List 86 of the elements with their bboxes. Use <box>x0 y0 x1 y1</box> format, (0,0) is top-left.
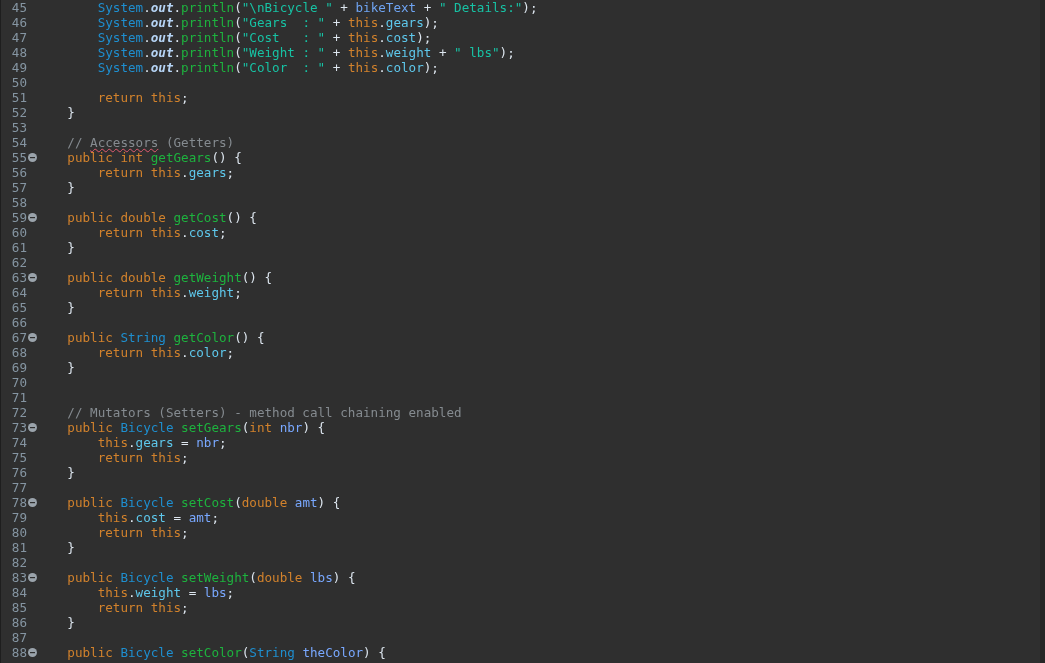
line-number: 59 <box>10 210 27 225</box>
line-number: 79 <box>10 510 27 525</box>
code-line: return this; <box>96 90 189 105</box>
code-line: } <box>66 360 75 375</box>
line-number: 50 <box>10 75 27 90</box>
code-line: } <box>66 615 75 630</box>
line-number: 74 <box>10 435 27 450</box>
line-number: 46 <box>10 15 27 30</box>
code-line: return this.cost; <box>96 225 227 240</box>
code-line: public Bicycle setGears(int nbr) { <box>66 420 326 435</box>
line-number: 81 <box>10 540 27 555</box>
code-line: } <box>66 105 75 120</box>
line-number: 70 <box>10 375 27 390</box>
collapse-icon[interactable] <box>28 423 37 432</box>
line-number: 60 <box>10 225 27 240</box>
code-line: this.cost = amt; <box>96 510 220 525</box>
code-line: } <box>66 540 75 555</box>
line-number: 75 <box>10 450 27 465</box>
line-number: 54 <box>10 135 27 150</box>
line-number: 58 <box>10 195 27 210</box>
code-line: } <box>66 240 75 255</box>
line-number: 88 <box>10 645 27 660</box>
code-line: } <box>66 300 75 315</box>
line-number: 84 <box>10 585 27 600</box>
code-line: this.gears = nbr; <box>96 435 227 450</box>
line-number: 56 <box>10 165 27 180</box>
code-line: } <box>66 465 75 480</box>
code-line: public Bicycle setColor(String theColor) { <box>66 645 386 660</box>
line-number: 86 <box>10 615 27 630</box>
line-number: 77 <box>10 480 27 495</box>
collapse-icon[interactable] <box>28 648 37 657</box>
code-line: } <box>66 180 75 195</box>
collapse-icon[interactable] <box>28 573 37 582</box>
line-number: 65 <box>10 300 27 315</box>
code-line: return this.gears; <box>96 165 235 180</box>
line-number: 45 <box>10 0 27 15</box>
code-line: this.weight = lbs; <box>96 585 235 600</box>
line-number: 83 <box>10 570 27 585</box>
code-line: public double getCost() { <box>66 210 257 225</box>
line-number: 69 <box>10 360 27 375</box>
code-line: public Bicycle setWeight(double lbs) { <box>66 570 356 585</box>
code-line: System.out.println("Gears : " + this.gears); <box>96 15 439 30</box>
code-line: System.out.println("\nBicycle " + bikeText + " Details:"); <box>96 0 538 15</box>
code-line: return this; <box>96 600 189 615</box>
collapse-icon[interactable] <box>28 213 37 222</box>
line-number: 80 <box>10 525 27 540</box>
line-number: 48 <box>10 45 27 60</box>
code-line: System.out.println("Color : " + this.color); <box>96 60 439 75</box>
line-number: 82 <box>10 555 27 570</box>
line-number: 55 <box>10 150 27 165</box>
collapse-icon[interactable] <box>28 333 37 342</box>
code-line: public Bicycle setCost(double amt) { <box>66 495 341 510</box>
code-line: public double getWeight() { <box>66 270 273 285</box>
code-line: System.out.println("Cost : " + this.cost); <box>96 30 432 45</box>
line-number: 64 <box>10 285 27 300</box>
collapse-icon[interactable] <box>28 273 37 282</box>
line-number: 47 <box>10 30 27 45</box>
code-line: // Mutators (Setters) - method call chaining enabled <box>66 405 462 420</box>
line-number: 61 <box>10 240 27 255</box>
code-line: public int getGears() { <box>66 150 242 165</box>
code-line: System.out.println("Weight : " + this.weight + " lbs"); <box>96 45 515 60</box>
line-number: 72 <box>10 405 27 420</box>
line-number: 52 <box>10 105 27 120</box>
code-line: // Accessors (Getters) <box>66 135 235 150</box>
line-number: 66 <box>10 315 27 330</box>
line-number: 78 <box>10 495 27 510</box>
code-line: return this.color; <box>96 345 235 360</box>
line-number: 49 <box>10 60 27 75</box>
code-line: return this; <box>96 525 189 540</box>
code-line: public String getColor() { <box>66 330 265 345</box>
line-number: 76 <box>10 465 27 480</box>
line-number: 73 <box>10 420 27 435</box>
collapse-icon[interactable] <box>28 498 37 507</box>
line-number: 57 <box>10 180 27 195</box>
line-number: 68 <box>10 345 27 360</box>
collapse-icon[interactable] <box>28 153 37 162</box>
code-line: return this; <box>96 450 189 465</box>
line-number: 85 <box>10 600 27 615</box>
line-number: 87 <box>10 630 27 645</box>
code-line: return this.weight; <box>96 285 242 300</box>
line-number: 67 <box>10 330 27 345</box>
line-number: 51 <box>10 90 27 105</box>
line-number: 62 <box>10 255 27 270</box>
line-number: 71 <box>10 390 27 405</box>
line-number: 53 <box>10 120 27 135</box>
line-number: 63 <box>10 270 27 285</box>
